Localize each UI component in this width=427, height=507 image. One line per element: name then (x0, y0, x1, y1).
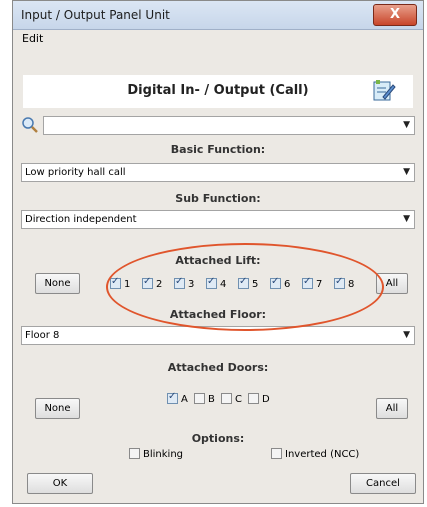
window-title: Input / Output Panel Unit (21, 8, 170, 22)
door-checkbox-c[interactable]: C (221, 393, 242, 405)
chevron-down-icon: ▼ (403, 167, 410, 177)
cancel-button[interactable]: Cancel (350, 473, 416, 494)
doors-none-button[interactable]: None (35, 398, 80, 419)
edit-checklist-icon (373, 80, 396, 101)
lift-checkbox-7[interactable]: 7 (302, 276, 323, 290)
lift-checkbox-label: 3 (188, 279, 195, 290)
blinking-checkbox[interactable]: Blinking (129, 448, 183, 460)
lift-checkbox-1[interactable]: 1 (110, 276, 131, 290)
checkbox-box (221, 393, 232, 404)
page-title: Digital In- / Output (Call) (127, 83, 309, 98)
lift-checkbox-label: 6 (284, 279, 291, 290)
doors-all-button[interactable]: All (376, 398, 408, 419)
sub-function-label: Sub Function: (175, 192, 261, 205)
checkbox-box (248, 393, 259, 404)
lift-checkbox-8[interactable]: 8 (334, 276, 355, 290)
checkbox-box (206, 276, 217, 289)
lift-checkbox-label: 5 (252, 279, 259, 290)
door-checkbox-label: D (262, 394, 270, 405)
checkbox-box (174, 276, 185, 289)
checkbox-box (110, 276, 121, 289)
basic-function-label: Basic Function: (170, 143, 266, 156)
inverted-checkbox[interactable]: Inverted (NCC) (271, 448, 359, 460)
lift-checkbox-label: 4 (220, 279, 227, 290)
lift-none-button[interactable]: None (35, 273, 80, 294)
chevron-down-icon: ▼ (403, 214, 410, 224)
lift-checkbox-6[interactable]: 6 (270, 276, 291, 290)
basic-function-select[interactable]: Low priority hall call ▼ (21, 163, 415, 182)
chevron-down-icon: ▼ (403, 330, 410, 340)
lift-checkbox-label: 1 (124, 279, 131, 290)
door-checkbox-b[interactable]: B (194, 393, 215, 405)
lift-checkbox-2[interactable]: 2 (142, 276, 163, 290)
options-label: Options: (191, 432, 245, 445)
search-icon (22, 117, 38, 133)
lift-checkbox-label: 8 (348, 279, 355, 290)
attached-floor-select[interactable]: Floor 8 ▼ (21, 326, 415, 345)
dialog-window: Input / Output Panel Unit X Edit Digital… (12, 0, 424, 504)
door-checkbox-label: A (181, 394, 188, 405)
ok-button[interactable]: OK (27, 473, 93, 494)
checkbox-box (270, 276, 281, 289)
close-button[interactable]: X (373, 4, 417, 26)
lift-checkbox-label: 7 (316, 279, 323, 290)
door-checkbox-a[interactable]: A (167, 391, 188, 405)
door-checkbox-d[interactable]: D (248, 393, 270, 405)
search-input[interactable]: ▼ (43, 116, 415, 135)
lift-checkbox-5[interactable]: 5 (238, 276, 259, 290)
sub-function-select[interactable]: Direction independent ▼ (21, 210, 415, 229)
door-checkbox-label: C (235, 394, 242, 405)
lift-checkbox-4[interactable]: 4 (206, 276, 227, 290)
checkbox-box (271, 448, 282, 459)
checkbox-box (167, 391, 178, 404)
checkbox-box (302, 276, 313, 289)
menu-edit[interactable]: Edit (22, 32, 43, 45)
menu-bar: Edit (13, 30, 423, 48)
checkbox-box (129, 448, 140, 459)
chevron-down-icon: ▼ (403, 120, 410, 130)
door-checkbox-label: B (208, 394, 215, 405)
lift-checkbox-3[interactable]: 3 (174, 276, 195, 290)
checkbox-box (334, 276, 345, 289)
header-band: Digital In- / Output (Call) (23, 75, 413, 108)
attached-doors-label: Attached Doors: (167, 361, 269, 374)
lift-all-button[interactable]: All (376, 273, 408, 294)
attached-floor-label: Attached Floor: (169, 308, 267, 321)
attached-lift-label: Attached Lift: (175, 254, 261, 267)
checkbox-box (238, 276, 249, 289)
search-row: ▼ (21, 114, 415, 136)
checkbox-box (142, 276, 153, 289)
checkbox-box (194, 393, 205, 404)
lift-checkbox-label: 2 (156, 279, 163, 290)
title-bar[interactable]: Input / Output Panel Unit X (13, 1, 423, 30)
